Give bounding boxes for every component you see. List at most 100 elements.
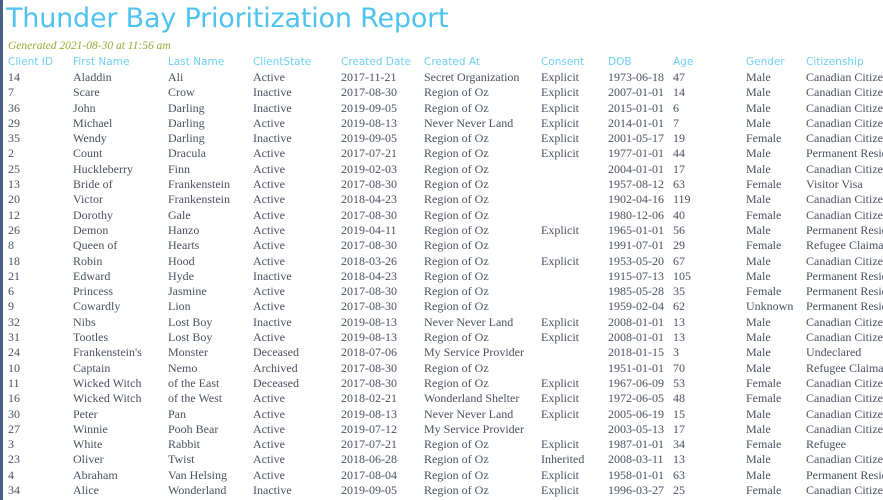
table-row[interactable]: 35 Wendy Darling Inactive 2019-09-05 Region o… [3,131,883,146]
cell-age: 14 [673,85,685,100]
cell-client-id: 8 [8,238,14,253]
cell-client-id: 6 [8,284,14,299]
table-row[interactable]: 4 Abraham Van Helsing Active 2017-08-04 Regio… [3,468,883,483]
column-header-dob[interactable]: DOB [603,55,668,70]
table-row[interactable]: 16 Wicked Witch of the West Active 2018-02-2… [3,391,883,406]
report-content: Thunder Bay Prioritization Report Genera… [3,0,883,500]
table-row[interactable]: 21 Edward Hyde Inactive 2018-04-23 Region of … [3,269,883,284]
table-row[interactable]: 24 Frankenstein's Monster Deceased 2018-07-0… [3,345,883,360]
cell-citizenship: Refugee Claimant [806,360,883,375]
cell-citizenship: Canadian Citizen - Status Indian [806,131,883,146]
cell-created-date: 2017-08-30 [341,360,397,375]
table-row[interactable]: 2 Count Dracula Active 2017-07-21 Region of O… [3,146,883,161]
table-row[interactable]: 20 Victor Frankenstein Active 2018-04-23 Regi… [3,192,883,207]
table-row[interactable]: 30 Peter Pan Active 2019-08-13 Never Never La… [3,407,883,422]
cell-dob: 1958-01-01 [608,467,664,482]
table-row[interactable]: 13 Bride of Frankenstein Active 2017-08-30 Re… [3,177,883,192]
cell-client-id: 10 [8,360,20,375]
cell-created-date: 2019-09-05 [341,131,397,146]
column-header-gender[interactable]: Gender [741,55,801,70]
cell-gender: Male [746,70,771,84]
client-table: Client ID First Name Last Name ClientState C… [3,55,883,500]
column-header-citizenship[interactable]: Citizenship [801,55,883,70]
table-row[interactable]: 29 Michael Darling Active 2019-08-13 Never Ne… [3,116,883,131]
table-row[interactable]: 11 Wicked Witch of the East Deceased 2017-08… [3,376,883,391]
page-title: Thunder Bay Prioritization Report [6,3,449,34]
cell-created-date: 2017-08-30 [341,299,397,314]
cell-first-name: Aladdin [73,70,112,84]
table-row[interactable]: 36 John Darling Inactive 2019-09-05 Region of… [3,101,883,116]
cell-created-at: Region of Oz [424,284,489,299]
table-row[interactable]: 18 Robin Hood Active 2018-03-26 Region of Oz E… [3,254,883,269]
cell-first-name: Queen of [73,238,118,253]
cell-client-id: 7 [8,85,14,100]
cell-last-name: Pan [168,406,186,421]
cell-first-name: Cowardly [73,299,121,314]
cell-gender: Male [746,115,771,130]
cell-consent: Explicit [541,115,579,130]
column-header-created-at[interactable]: Created At [419,55,536,70]
cell-clientstate: Active [253,207,285,222]
column-header-client-id[interactable]: Client ID [3,55,68,70]
table-row[interactable]: 34 Alice Wonderland Inactive 2019-09-05 Regio… [3,483,883,498]
cell-citizenship: Canadian Citizen - Status Indian [806,483,883,498]
cell-consent [536,361,603,376]
table-row[interactable]: 14 Aladdin Ali Active 2017-11-21 Secret Organ… [3,70,883,85]
cell-created-date: 2019-02-03 [341,161,397,176]
column-header-age[interactable]: Age [668,55,741,70]
table-row[interactable]: 10 Captain Nemo Archived 2017-08-30 Region of… [3,361,883,376]
cell-age: 13 [673,330,685,345]
cell-consent: Explicit [541,85,579,100]
column-header-clientstate[interactable]: ClientState [248,55,336,70]
cell-first-name: Wendy [73,131,107,146]
table-row[interactable]: 23 Oliver Twist Active 2018-06-28 Region of O… [3,452,883,467]
cell-client-id: 4 [8,467,14,482]
cell-gender: Female [746,177,782,192]
cell-citizenship: Permanent Resident [806,146,883,161]
cell-created-date: 2019-08-13 [341,330,397,345]
cell-last-name: Gale [168,207,191,222]
cell-citizenship: Permanent Resident [806,268,883,283]
column-header-consent[interactable]: Consent [536,55,603,70]
cell-gender: Male [746,360,771,375]
table-row[interactable]: 27 Winnie Pooh Bear Active 2019-07-12 My Serv… [3,422,883,437]
table-row[interactable]: 3 White Rabbit Active 2017-07-21 Region of Oz… [3,437,883,452]
table-row[interactable]: 32 Nibs Lost Boy Inactive 2019-08-13 Never Ne… [3,315,883,330]
cell-created-date: 2017-08-04 [341,467,397,482]
cell-citizenship: Canadian Citizen - Status Indian [806,100,883,115]
cell-last-name: Monster [168,345,208,360]
cell-age: 63 [673,177,685,192]
table-row[interactable]: 6 Princess Jasmine Active 2017-08-30 Region o… [3,284,883,299]
table-row[interactable]: 9 Cowardly Lion Active 2017-08-30 Region of O… [3,299,883,314]
cell-created-at: Region of Oz [424,437,489,452]
table-row[interactable]: 7 Scare Crow Inactive 2017-08-30 Region of Oz… [3,85,883,100]
cell-citizenship: Permanent Resident [806,299,883,314]
cell-last-name: Hanzo [168,222,200,237]
table-row[interactable]: 12 Dorothy Gale Active 2017-08-30 Region of O… [3,208,883,223]
table-row[interactable]: 31 Tootles Lost Boy Active 2019-08-13 Region … [3,330,883,345]
cell-dob: 2008-01-01 [608,314,664,329]
cell-gender: Male [746,222,771,237]
column-header-first-name[interactable]: First Name [68,55,163,70]
cell-first-name: Bride of [73,177,113,192]
cell-client-id: 3 [8,437,14,452]
cell-created-date: 2017-08-30 [341,375,397,390]
cell-first-name: Michael [73,115,113,130]
cell-created-at: My Service Provider [424,345,524,360]
cell-citizenship: Canadian Citizen - Status Indian [806,375,883,390]
cell-client-id: 9 [8,299,14,314]
table-row[interactable]: 25 Huckleberry Finn Active 2019-02-03 Region … [3,162,883,177]
table-row[interactable]: 8 Queen of Hearts Active 2017-08-30 Region of… [3,238,883,253]
cell-last-name: Twist [168,452,195,467]
cell-clientstate: Inactive [253,268,292,283]
column-header-created-date[interactable]: Created Date [336,55,419,70]
cell-consent: Explicit [541,437,579,452]
cell-clientstate: Inactive [253,483,292,498]
cell-created-date: 2019-04-11 [341,222,397,237]
cell-gender: Male [746,100,771,115]
cell-consent: Explicit [541,375,579,390]
table-row[interactable]: 26 Demon Hanzo Active 2019-04-11 Region of Oz… [3,223,883,238]
cell-citizenship: Refugee Claimant [806,238,883,253]
column-header-last-name[interactable]: Last Name [163,55,248,70]
cell-clientstate: Active [253,177,285,192]
